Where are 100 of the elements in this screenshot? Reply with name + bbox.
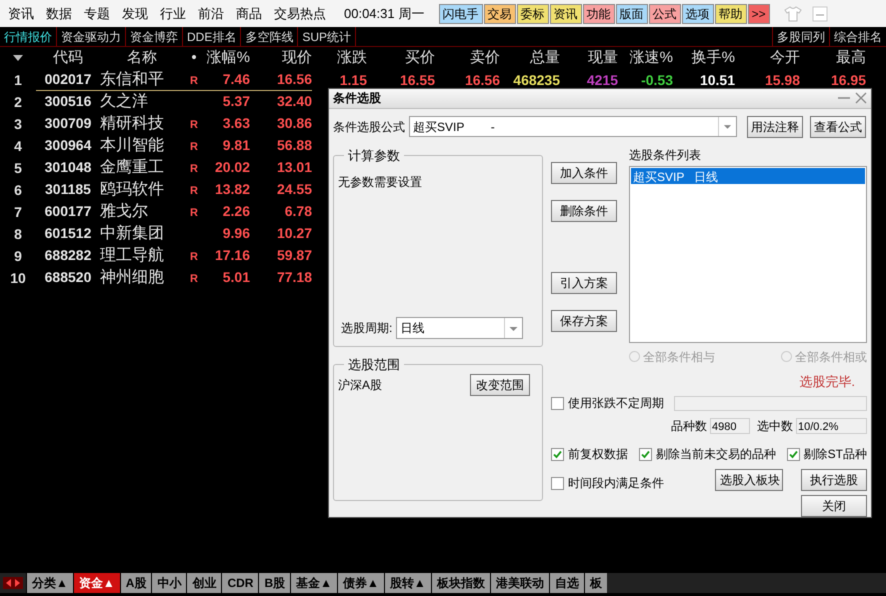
row-number: 9 xyxy=(14,246,22,266)
change-scope-button[interactable]: 改变范围 xyxy=(470,374,530,396)
bottom-tab[interactable]: A股 xyxy=(120,573,152,593)
condition-button[interactable]: 保存方案 xyxy=(551,310,617,332)
table-cell-text: 2.26 xyxy=(222,202,250,221)
checkbox[interactable] xyxy=(551,396,564,410)
table-cell-text: 5.37 xyxy=(222,92,250,111)
table-row[interactable]: 600177 雅戈尔 R 2.26 6.78 xyxy=(36,201,312,223)
view-tab[interactable]: SUP统计 xyxy=(298,27,356,46)
condition-button[interactable]: 删除条件 xyxy=(551,200,617,222)
table-row[interactable]: 688520 神州细胞 R 5.01 77.18 xyxy=(36,267,312,289)
menu-item[interactable]: 专题 xyxy=(78,4,116,24)
sort-triangle-icon[interactable] xyxy=(13,55,23,61)
column-header[interactable]: 总量 xyxy=(530,46,560,70)
toolbar-button[interactable]: >> xyxy=(748,4,770,24)
list-item[interactable]: 超买SVIP 日线 xyxy=(631,168,865,184)
table-row[interactable]: 301185 鸥玛软件 R 13.82 24.55 xyxy=(36,179,312,201)
toolbar-button[interactable]: 公式 xyxy=(648,4,681,24)
bottom-tab[interactable]: 资金▲ xyxy=(72,573,120,593)
weekday-text: 周一 xyxy=(398,4,425,23)
column-header[interactable]: 涨幅% xyxy=(206,46,250,70)
view-tab[interactable]: DDE排名 xyxy=(183,27,242,46)
bottom-tab[interactable]: 板 xyxy=(584,573,607,593)
column-header[interactable]: • xyxy=(191,46,197,70)
close-button[interactable]: 关闭 xyxy=(801,495,867,517)
usage-notes-button[interactable]: 用法注释 xyxy=(747,116,803,138)
bottom-tab[interactable]: 中小 xyxy=(151,573,186,593)
column-header[interactable]: 换手% xyxy=(692,46,735,70)
bottom-tab[interactable]: 分类▲ xyxy=(26,573,73,593)
checkbox[interactable] xyxy=(551,476,564,490)
bottom-tab[interactable]: 基金▲ xyxy=(290,573,338,593)
shirt-icon[interactable] xyxy=(784,6,802,22)
close-icon[interactable] xyxy=(855,92,867,104)
view-tab[interactable]: 多空阵线 xyxy=(241,27,298,46)
column-header[interactable]: 涨跌 xyxy=(337,46,367,70)
column-header[interactable]: 买价 xyxy=(405,46,435,70)
view-tab[interactable]: 资金驱动力 xyxy=(57,27,126,46)
bottom-tab[interactable]: B股 xyxy=(258,573,290,593)
period-dropdown[interactable]: 日线 xyxy=(396,317,524,339)
menu-item[interactable]: 资讯 xyxy=(0,4,40,24)
table-row[interactable]: 688282 理工导航 R 17.16 59.87 xyxy=(36,245,312,267)
menu-item[interactable]: 数据 xyxy=(40,4,78,24)
condition-button[interactable]: 加入条件 xyxy=(551,162,617,184)
scroll-arrows-icon[interactable] xyxy=(3,577,23,589)
column-header[interactable]: 最高 xyxy=(836,46,866,70)
radio-label: 全部条件相或 xyxy=(795,348,867,366)
bottom-tab[interactable]: 创业 xyxy=(186,573,222,593)
toolbar-button[interactable]: 功能 xyxy=(582,4,615,24)
menu-item[interactable]: 交易热点 xyxy=(268,4,332,24)
view-tab[interactable]: 综合排名 xyxy=(829,27,886,46)
toolbar-button[interactable]: 委标 xyxy=(516,4,549,24)
bottom-tab[interactable]: 债券▲ xyxy=(337,573,384,593)
bottom-tab[interactable]: CDR xyxy=(221,573,258,593)
toolbar-button[interactable]: 版面 xyxy=(616,4,648,24)
bottom-tab[interactable]: 股转▲ xyxy=(384,573,431,593)
table-cell-text: 301185 xyxy=(45,180,91,199)
table-row[interactable]: 601512 中新集团 9.96 10.27 xyxy=(36,223,312,245)
column-header[interactable]: 现价 xyxy=(282,46,312,70)
table-cell-text: 1.15 xyxy=(340,70,367,90)
menu-item[interactable]: 商品 xyxy=(230,4,268,24)
menu-item[interactable]: 前沿 xyxy=(192,4,230,24)
table-cell-text: 56.88 xyxy=(276,136,312,155)
menu-item[interactable]: 发现 xyxy=(116,4,154,24)
menu-item[interactable]: 行业 xyxy=(154,4,192,24)
view-tab[interactable]: 多股同列 xyxy=(772,27,829,46)
column-header[interactable]: 代码 xyxy=(53,46,83,70)
checkbox[interactable] xyxy=(638,448,652,460)
toolbar-button[interactable]: 帮助 xyxy=(714,4,747,24)
toolbar-button[interactable]: 选项 xyxy=(682,4,714,24)
table-row[interactable]: 002017 东信和平 R 7.46 16.56 xyxy=(36,69,312,91)
group-title: 选股范围 xyxy=(347,356,401,374)
add-to-sector-button[interactable]: 选股入板块 xyxy=(715,469,783,491)
view-tab[interactable]: 行情报价 xyxy=(0,27,57,46)
formula-dropdown[interactable]: 超买SVIP - xyxy=(409,116,737,137)
table-cell-text: -0.53 xyxy=(641,70,673,90)
column-header[interactable]: 名称 xyxy=(127,46,157,70)
params-text: 无参数需要设置 xyxy=(338,174,423,191)
run-screen-button[interactable]: 执行选股 xyxy=(801,469,867,491)
toolbar-button[interactable]: 闪电手 xyxy=(438,4,483,24)
column-header[interactable]: 卖价 xyxy=(470,46,500,70)
view-formula-button[interactable]: 查看公式 xyxy=(810,116,866,138)
checkbox[interactable] xyxy=(786,448,800,460)
column-header[interactable]: 今开 xyxy=(770,46,800,70)
table-row[interactable]: 301048 金鹰重工 R 20.02 13.01 xyxy=(36,157,312,179)
table-row[interactable]: 300964 本川智能 R 9.81 56.88 xyxy=(36,135,312,157)
view-tab[interactable]: 资金博弈 xyxy=(126,27,183,46)
table-row[interactable]: 300709 精研科技 R 3.63 30.86 xyxy=(36,113,312,135)
checkbox[interactable] xyxy=(551,448,564,460)
bottom-tab[interactable]: 港美联动 xyxy=(490,573,549,593)
period-field[interactable] xyxy=(674,396,867,410)
toolbar-button[interactable]: 资讯 xyxy=(550,4,582,24)
minimize-icon[interactable] xyxy=(812,6,828,22)
bottom-tab[interactable]: 板块指数 xyxy=(430,573,490,593)
column-header[interactable]: 现量 xyxy=(588,46,618,70)
condition-button[interactable]: 引入方案 xyxy=(551,272,617,294)
column-header[interactable]: 涨速% xyxy=(630,46,673,70)
dialog-title: 条件选股 xyxy=(333,90,381,108)
toolbar-button[interactable]: 交易 xyxy=(484,4,516,24)
table-row[interactable]: 300516 久之洋 5.37 32.40 xyxy=(36,91,312,113)
bottom-tab[interactable]: 自选 xyxy=(548,573,584,593)
